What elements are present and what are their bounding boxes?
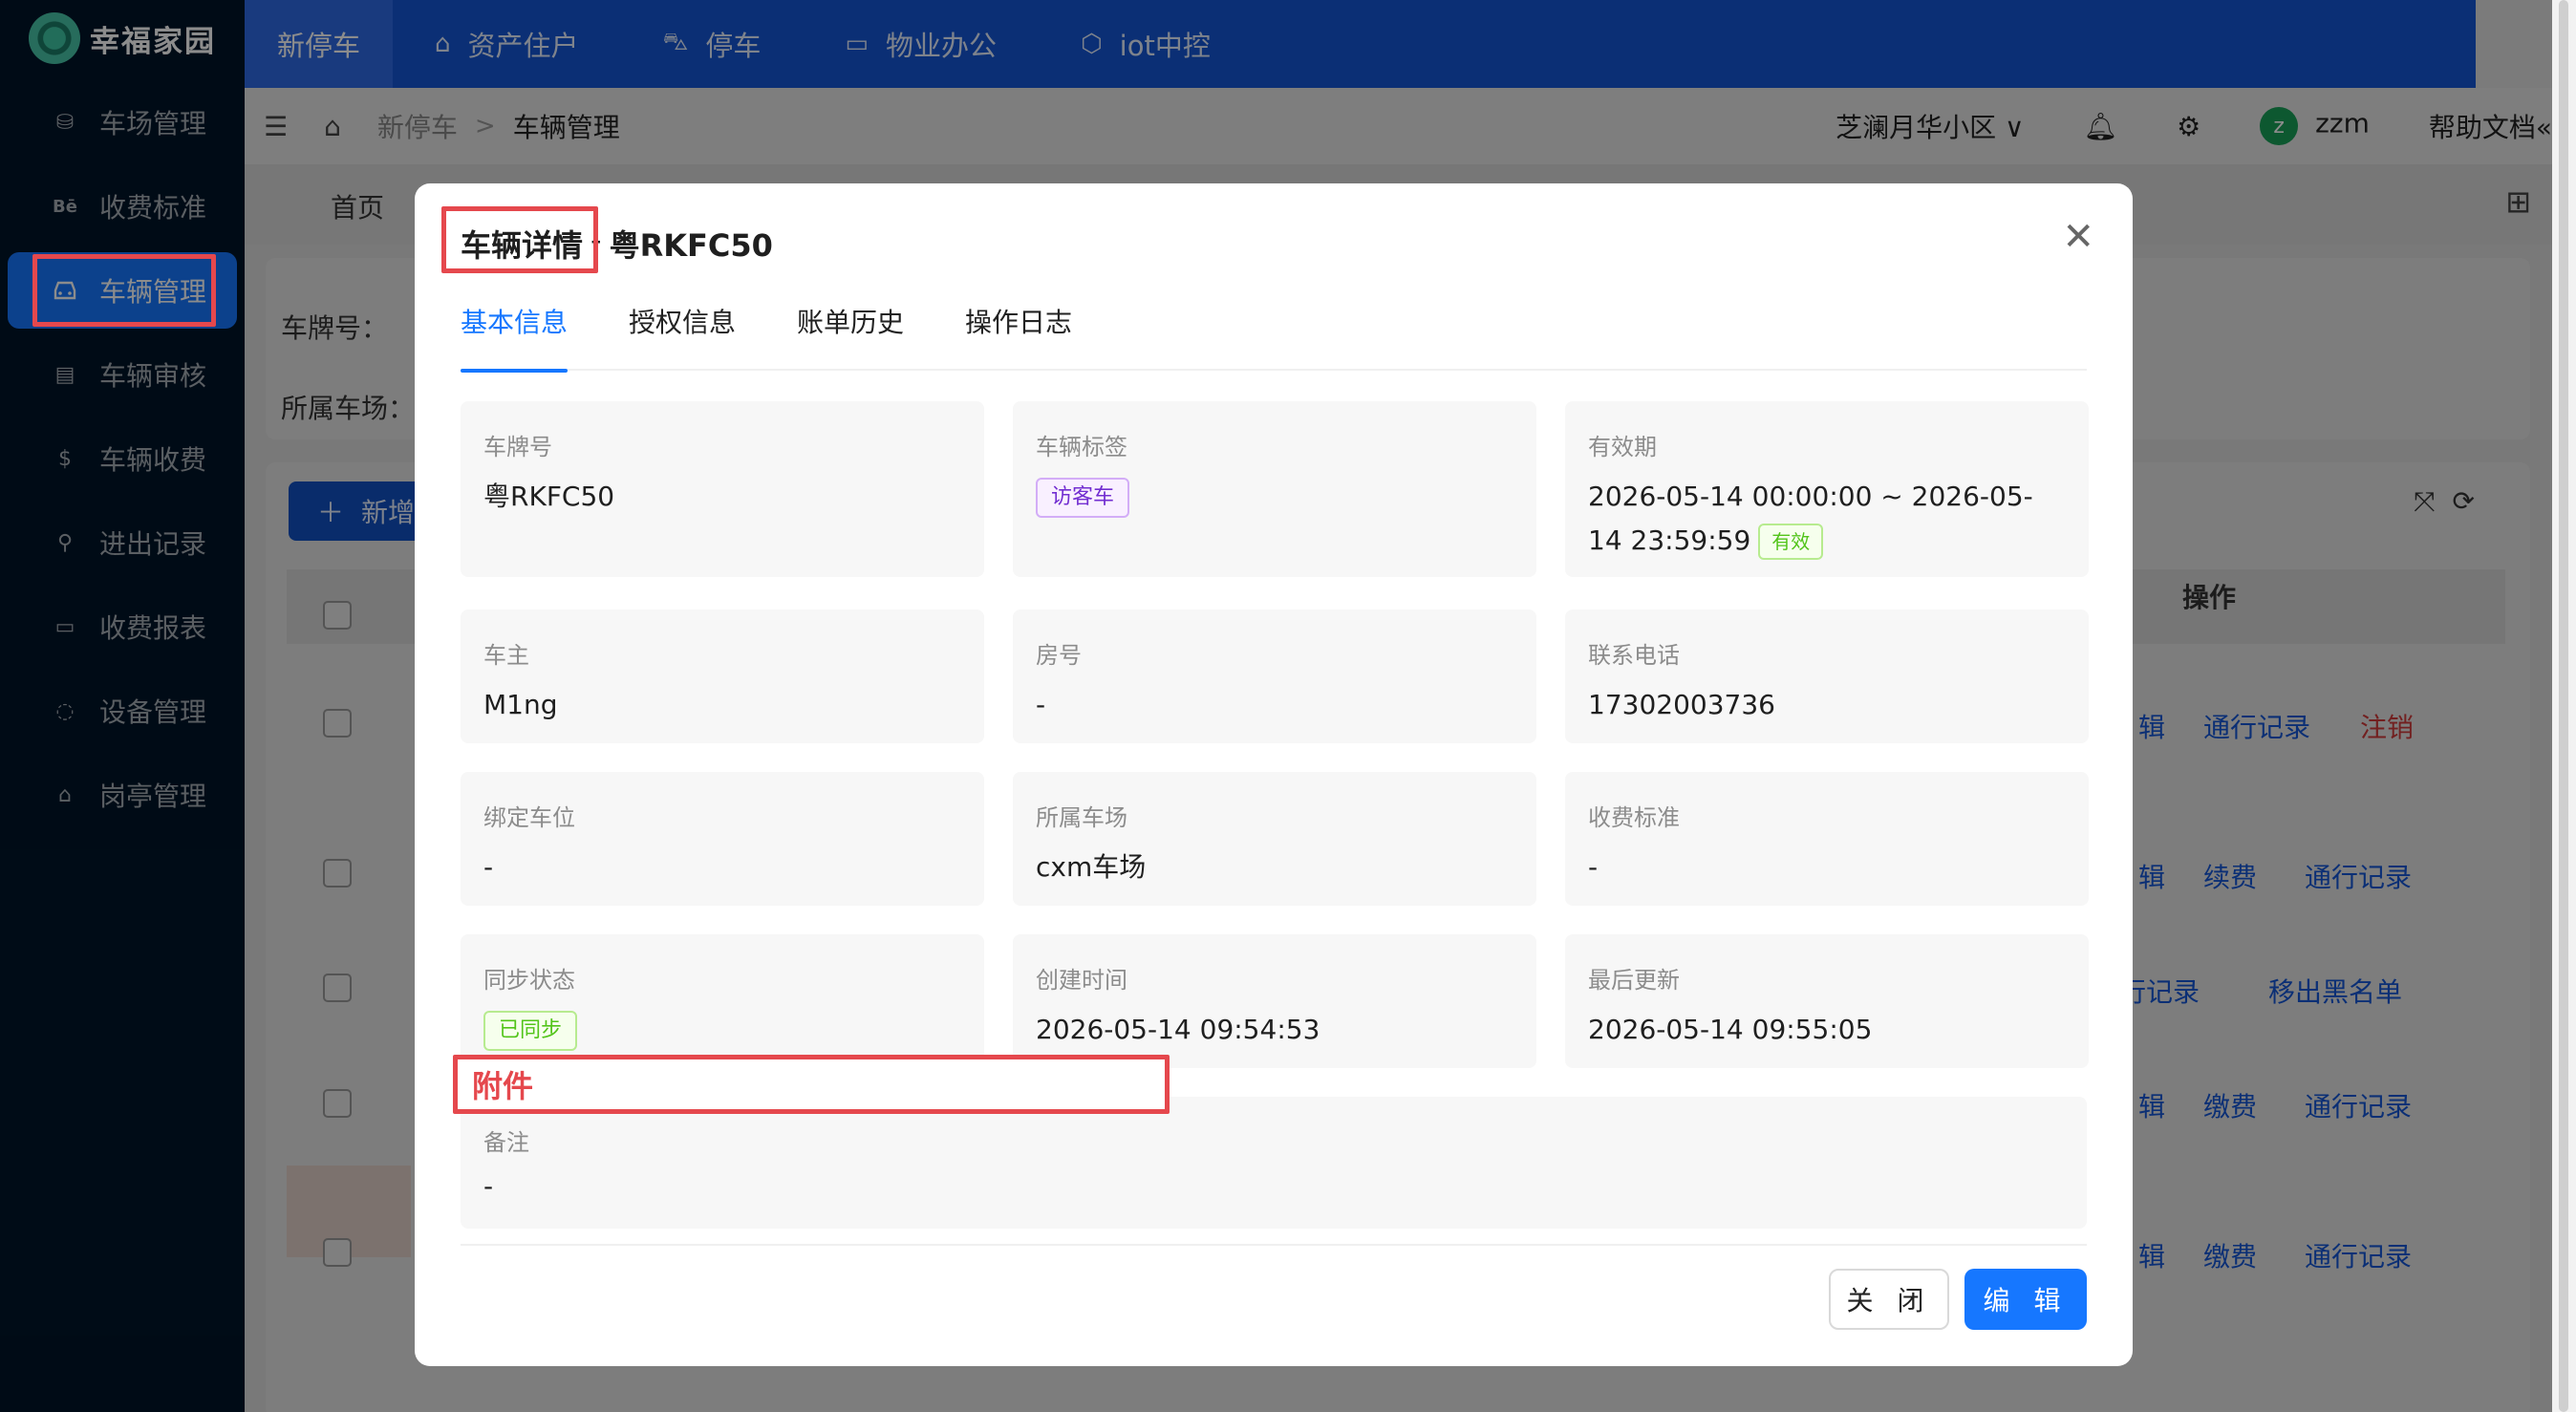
field-sync-status: 同步状态 已同步	[461, 934, 984, 1068]
edit-button[interactable]: 编 辑	[1964, 1269, 2087, 1330]
synced-tag: 已同步	[483, 1011, 578, 1051]
field-bound-space: 绑定车位 -	[461, 772, 984, 906]
field-value: -	[1036, 689, 1046, 720]
field-room: 房号 -	[1013, 610, 1536, 743]
field-value: 17302003736	[1588, 689, 1775, 720]
field-created-time: 创建时间 2026-05-14 09:54:53	[1013, 934, 1536, 1068]
field-label: 房号	[1036, 642, 1082, 669]
field-value: M1ng	[483, 689, 558, 720]
field-label: 绑定车位	[483, 804, 575, 831]
field-label: 最后更新	[1588, 967, 1680, 994]
field-label: 同步状态	[483, 967, 575, 994]
field-vehicle-tag: 车辆标签 访客车	[1013, 401, 1536, 577]
field-parking-lot: 所属车场 cxm车场	[1013, 772, 1536, 906]
field-value: -	[483, 1170, 494, 1202]
scrollbar-thumb[interactable]	[2559, 0, 2568, 1412]
field-updated-time: 最后更新 2026-05-14 09:55:05	[1565, 934, 2089, 1068]
field-remark: 备注 -	[461, 1097, 2087, 1229]
field-label: 创建时间	[1036, 967, 1127, 994]
modal-title-separator: -	[590, 222, 602, 258]
field-label: 车主	[483, 642, 529, 669]
tab-basic-info[interactable]: 基本信息	[461, 298, 569, 373]
field-label: 车牌号	[483, 434, 552, 460]
visitor-tag: 访客车	[1036, 478, 1130, 518]
field-label: 所属车场	[1036, 804, 1127, 831]
field-validity: 有效期 2026-05-14 00:00:00 ~ 2026-05-14 23:…	[1565, 401, 2089, 577]
footer-divider	[461, 1244, 2087, 1246]
field-value: -	[1588, 851, 1599, 883]
tab-operation-log[interactable]: 操作日志	[965, 298, 1072, 371]
field-label: 联系电话	[1588, 642, 1680, 669]
modal-tabs: 基本信息 授权信息 账单历史 操作日志	[461, 298, 2087, 373]
field-value: cxm车场	[1036, 851, 1147, 883]
valid-status-tag: 有效	[1758, 524, 1824, 560]
field-label: 有效期	[1588, 434, 1657, 460]
field-plate: 车牌号 粤RKFC50	[461, 401, 984, 577]
field-value: -	[483, 851, 494, 883]
field-value: 2026-05-14 09:54:53	[1036, 1014, 1320, 1045]
field-value: 粤RKFC50	[483, 481, 615, 512]
field-label: 备注	[483, 1129, 529, 1156]
field-label: 收费标准	[1588, 804, 1680, 831]
modal-title: 车辆详情 - 粤RKFC50	[461, 222, 773, 266]
close-icon[interactable]: ✕	[2062, 218, 2094, 256]
field-value: 2026-05-14 09:55:05	[1588, 1014, 1873, 1045]
tab-authorization[interactable]: 授权信息	[629, 298, 736, 371]
field-fee-standard: 收费标准 -	[1565, 772, 2089, 906]
modal-title-text: 车辆详情	[461, 227, 584, 264]
field-phone: 联系电话 17302003736	[1565, 610, 2089, 743]
attachment-label: 附件	[472, 1068, 534, 1104]
close-button[interactable]: 关 闭	[1829, 1269, 1949, 1330]
vehicle-detail-modal: 车辆详情 - 粤RKFC50 ✕ 基本信息 授权信息 账单历史 操作日志 车牌号…	[415, 183, 2133, 1366]
modal-title-plate: 粤RKFC50	[609, 227, 773, 264]
field-owner: 车主 M1ng	[461, 610, 984, 743]
tab-billing-history[interactable]: 账单历史	[797, 298, 904, 371]
field-label: 车辆标签	[1036, 434, 1127, 460]
